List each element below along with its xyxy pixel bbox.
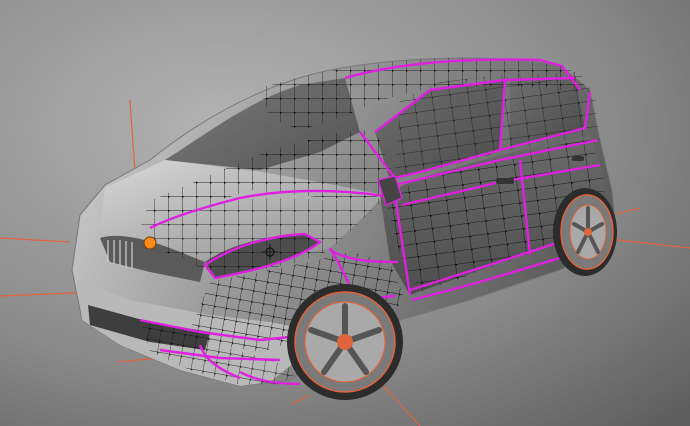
door-handle bbox=[572, 156, 584, 161]
active-vertex[interactable] bbox=[143, 236, 157, 250]
front-wheel[interactable] bbox=[287, 284, 403, 400]
viewport-canvas[interactable] bbox=[0, 0, 690, 426]
rear-wheel[interactable] bbox=[553, 188, 617, 276]
3d-viewport[interactable] bbox=[0, 0, 690, 426]
door-handle bbox=[496, 178, 514, 184]
